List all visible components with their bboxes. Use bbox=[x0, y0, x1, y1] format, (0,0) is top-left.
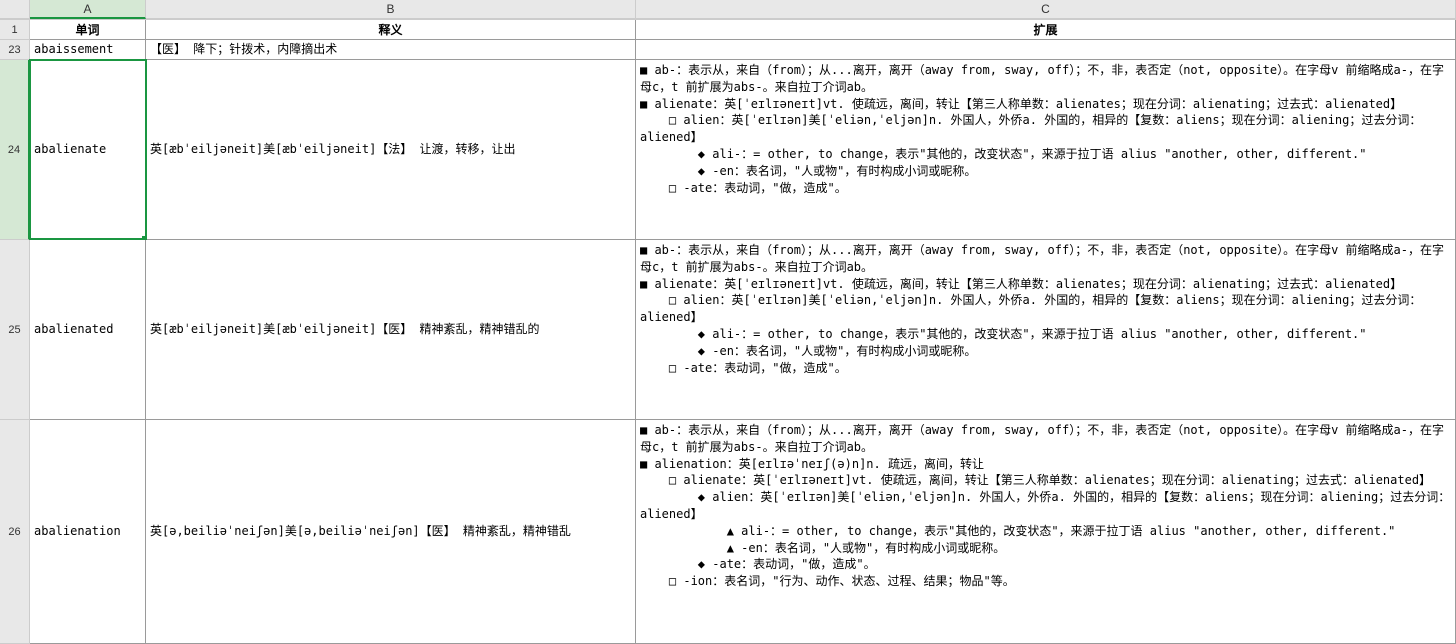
column-headers: A B C bbox=[0, 0, 1456, 20]
cell-b26[interactable]: 英[ə,beiliəˈneiʃən]美[ə,beiliəˈneiʃən]【医】 … bbox=[146, 420, 636, 643]
row-header-1[interactable]: 1 bbox=[0, 20, 30, 40]
cell-a24[interactable]: abalienate bbox=[30, 60, 146, 239]
corner-cell[interactable] bbox=[0, 0, 30, 19]
cell-b24[interactable]: 英[æbˈeiljəneit]美[æbˈeiljəneit]【法】 让渡，转移，… bbox=[146, 60, 636, 239]
row-header-23[interactable]: 23 bbox=[0, 40, 30, 60]
col-header-a[interactable]: A bbox=[30, 0, 146, 19]
table-row: abalienate 英[æbˈeiljəneit]美[æbˈeiljəneit… bbox=[30, 60, 1456, 240]
table-row: abaissement 【医】 降下；针拨术，内障摘出术 bbox=[30, 40, 1456, 60]
cell-c25[interactable]: ■ ab-：表示从，来自（from）；从...离开，离开（away from, … bbox=[636, 240, 1456, 419]
cell-c1[interactable]: 扩展 bbox=[636, 20, 1456, 39]
cell-b1[interactable]: 释义 bbox=[146, 20, 636, 39]
table-row: abalienated 英[æbˈeiljəneit]美[æbˈeiljənei… bbox=[30, 240, 1456, 420]
cell-c23[interactable] bbox=[636, 40, 1456, 59]
row-headers: 1 23 24 25 26 bbox=[0, 20, 30, 644]
cell-b23[interactable]: 【医】 降下；针拨术，内障摘出术 bbox=[146, 40, 636, 59]
col-header-b[interactable]: B bbox=[146, 0, 636, 19]
table-row: abalienation 英[ə,beiliəˈneiʃən]美[ə,beili… bbox=[30, 420, 1456, 644]
grid: 单词 释义 扩展 abaissement 【医】 降下；针拨术，内障摘出术 ab… bbox=[30, 20, 1456, 644]
cell-c24[interactable]: ■ ab-：表示从，来自（from）；从...离开，离开（away from, … bbox=[636, 60, 1456, 239]
row-header-25[interactable]: 25 bbox=[0, 240, 30, 420]
cell-a23[interactable]: abaissement bbox=[30, 40, 146, 59]
row-header-26[interactable]: 26 bbox=[0, 420, 30, 644]
spreadsheet: A B C 1 23 24 25 26 单词 释义 扩展 abaissement… bbox=[0, 0, 1456, 644]
cell-a25[interactable]: abalienated bbox=[30, 240, 146, 419]
row-header-24[interactable]: 24 bbox=[0, 60, 30, 240]
cell-c26[interactable]: ■ ab-：表示从，来自（from）；从...离开，离开（away from, … bbox=[636, 420, 1456, 643]
cell-a1[interactable]: 单词 bbox=[30, 20, 146, 39]
header-row: 单词 释义 扩展 bbox=[30, 20, 1456, 40]
cell-a26[interactable]: abalienation bbox=[30, 420, 146, 643]
cell-b25[interactable]: 英[æbˈeiljəneit]美[æbˈeiljəneit]【医】 精神紊乱，精… bbox=[146, 240, 636, 419]
col-header-c[interactable]: C bbox=[636, 0, 1456, 19]
